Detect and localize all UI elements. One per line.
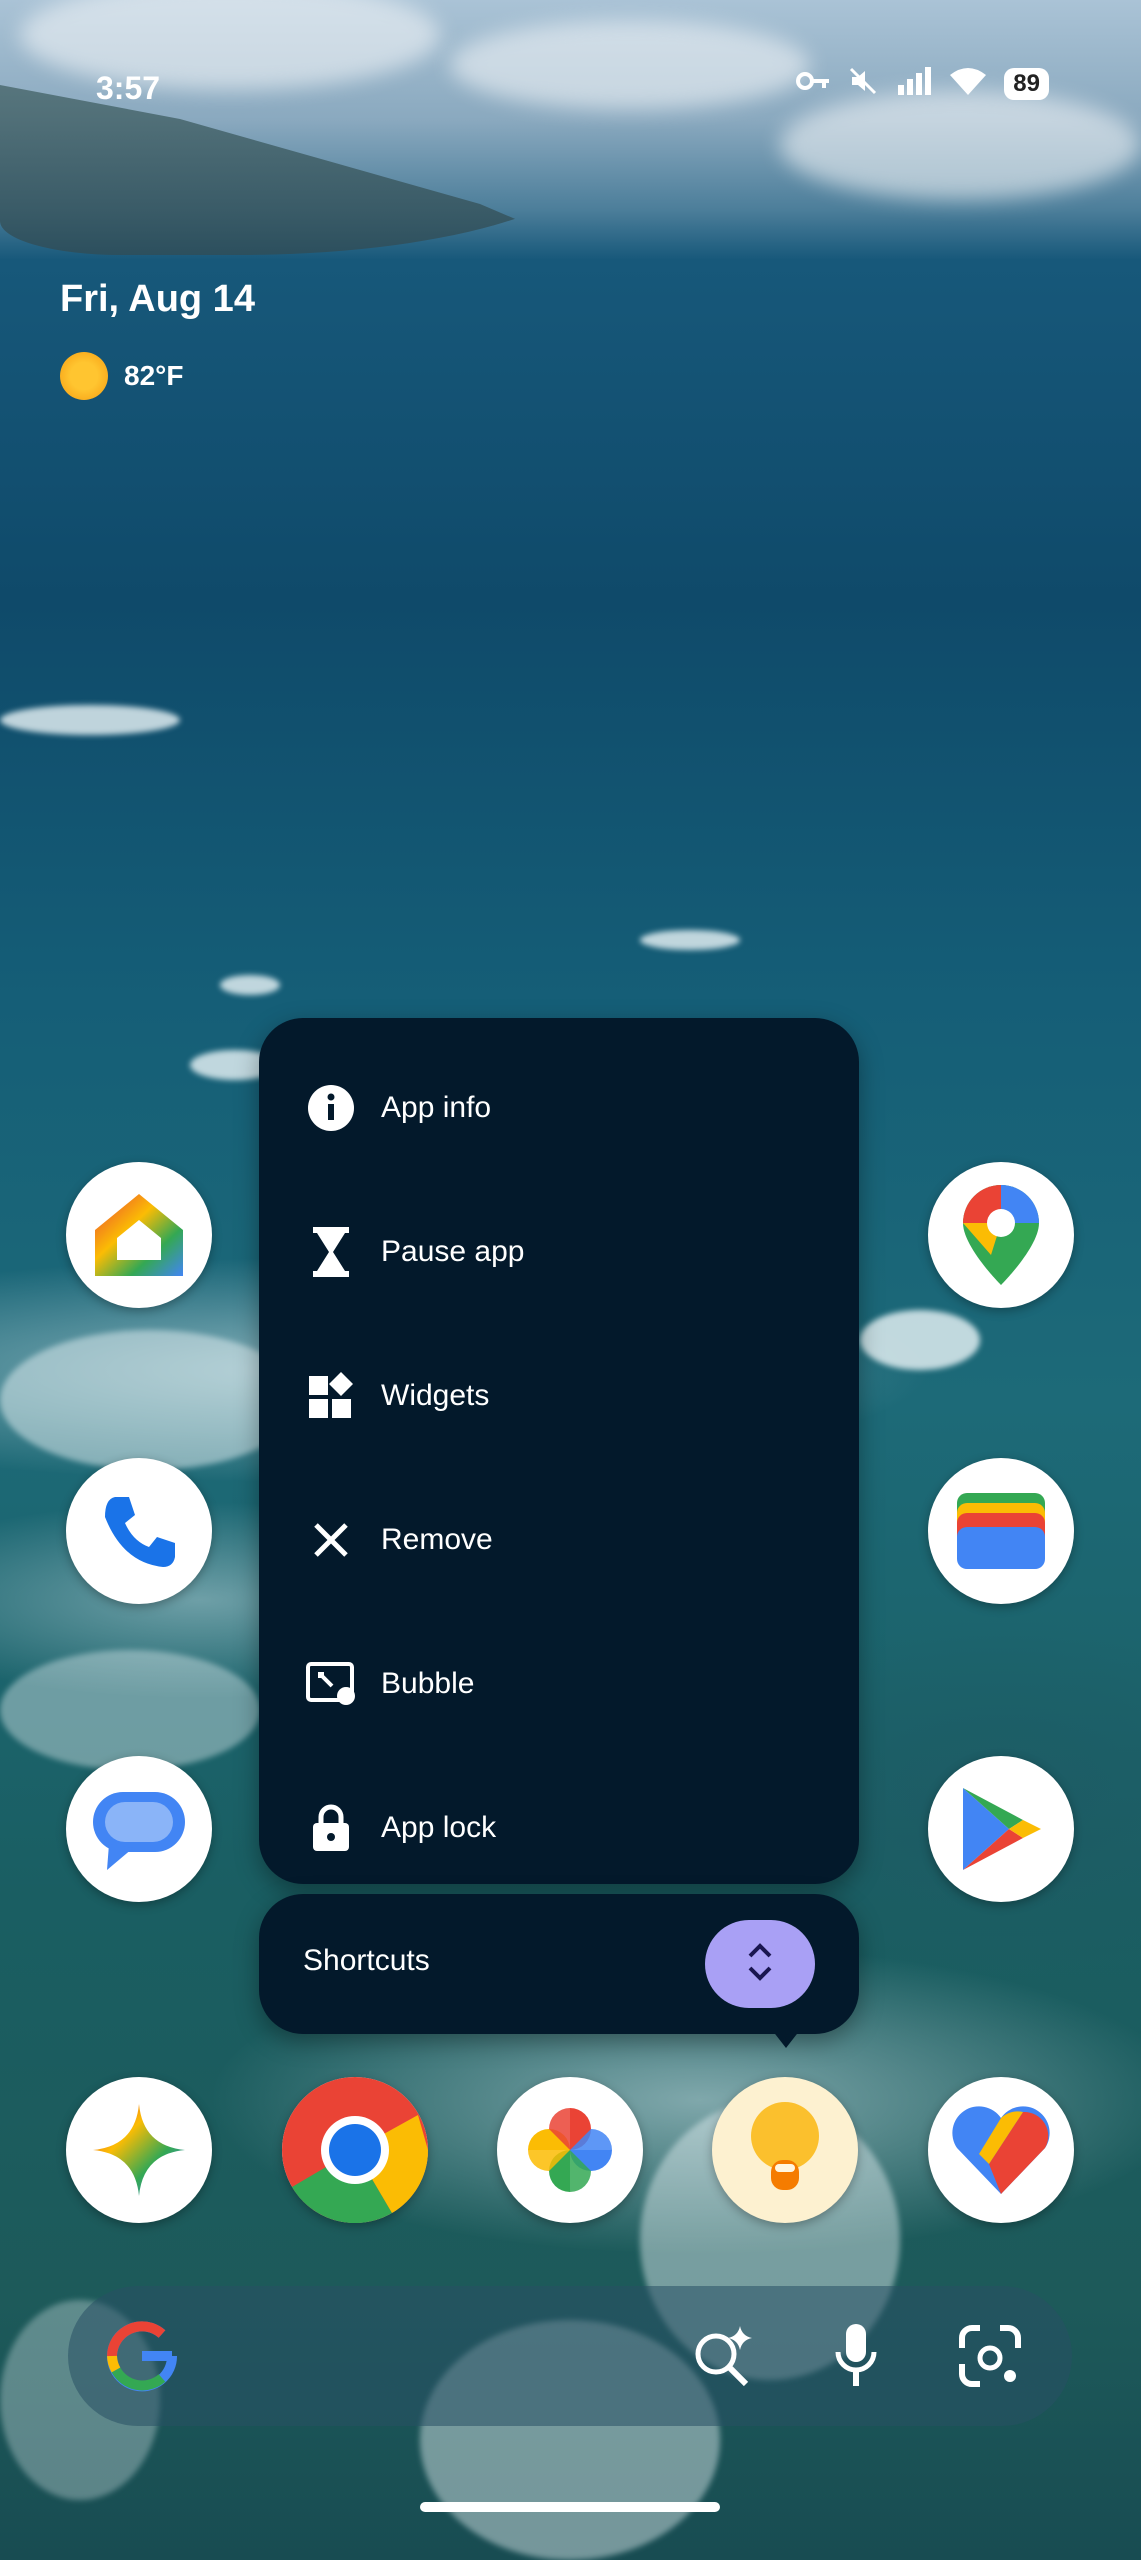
- google-logo-icon[interactable]: [106, 2320, 178, 2392]
- google-home-app-icon[interactable]: [66, 1162, 212, 1308]
- ai-search-icon[interactable]: [686, 2320, 758, 2392]
- google-wallet-app-icon[interactable]: [928, 1458, 1074, 1604]
- hourglass-icon: [305, 1226, 357, 1278]
- widgets-icon: [305, 1370, 357, 1422]
- wifi-icon: [950, 67, 987, 100]
- date-widget[interactable]: Fri, Aug 14: [60, 278, 255, 321]
- status-icons: 89: [796, 66, 1049, 101]
- fitbit-health-app-icon[interactable]: [928, 2077, 1074, 2223]
- chrome-app-icon[interactable]: [282, 2077, 428, 2223]
- sunny-icon: [60, 352, 108, 400]
- menu-item-bubble[interactable]: Bubble: [259, 1612, 859, 1756]
- messages-app-icon[interactable]: [66, 1756, 212, 1902]
- info-icon: [305, 1082, 357, 1134]
- expand-shortcuts-button[interactable]: [705, 1920, 815, 2008]
- menu-item-app-lock[interactable]: App lock: [259, 1756, 859, 1900]
- menu-pointer: [772, 2030, 800, 2048]
- app-context-menu: App info Pause app Widgets Remove Bubble…: [259, 1018, 859, 1884]
- shortcuts-label: Shortcuts: [303, 1944, 430, 1977]
- status-time: 3:57: [96, 70, 161, 106]
- google-search-bar[interactable]: [68, 2286, 1072, 2426]
- microphone-icon[interactable]: [820, 2320, 892, 2392]
- play-store-app-icon[interactable]: [928, 1756, 1074, 1902]
- mute-icon: [848, 66, 878, 101]
- signal-icon: [896, 67, 932, 100]
- menu-item-pause-app[interactable]: Pause app: [259, 1180, 859, 1324]
- lock-icon: [305, 1802, 357, 1854]
- menu-item-app-info[interactable]: App info: [259, 1036, 859, 1180]
- menu-item-remove[interactable]: Remove: [259, 1468, 859, 1612]
- google-lens-icon[interactable]: [954, 2320, 1026, 2392]
- google-maps-app-icon[interactable]: [928, 1162, 1074, 1308]
- gemini-app-icon[interactable]: [66, 2077, 212, 2223]
- battery-level: 89: [1004, 67, 1049, 100]
- menu-item-widgets[interactable]: Widgets: [259, 1324, 859, 1468]
- photos-app-icon[interactable]: [497, 2077, 643, 2223]
- home-indicator[interactable]: [420, 2502, 720, 2512]
- bubble-icon: [305, 1658, 357, 1710]
- temperature: 82°F: [124, 360, 184, 391]
- close-icon: [305, 1514, 357, 1566]
- shortcuts-bar[interactable]: Shortcuts: [259, 1894, 859, 2034]
- vpn-key-icon: [796, 70, 830, 97]
- unfold-icon: [745, 1940, 775, 1989]
- flashlight-app-icon[interactable]: [712, 2077, 858, 2223]
- phone-app-icon[interactable]: [66, 1458, 212, 1604]
- weather-widget[interactable]: 82°F: [60, 352, 183, 400]
